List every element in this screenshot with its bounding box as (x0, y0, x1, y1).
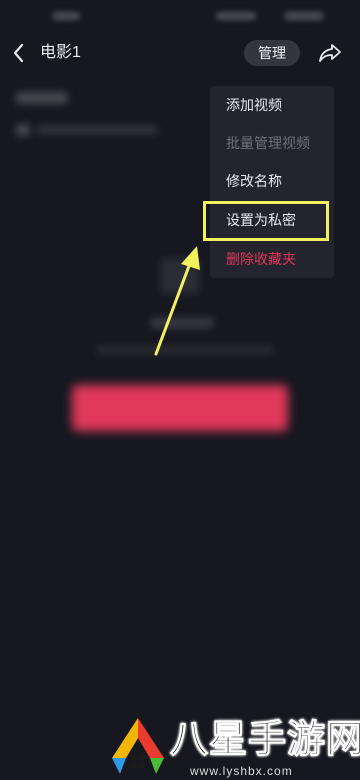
primary-action-blur (72, 385, 288, 431)
status-bar (0, 0, 360, 30)
status-time-blur (52, 12, 80, 20)
menu-item-add-video[interactable]: 添加视频 (210, 86, 334, 124)
manage-button[interactable]: 管理 (244, 40, 300, 66)
watermark-logo-icon (112, 718, 164, 774)
watermark-url: www.lyshbx.com (190, 764, 293, 778)
top-bar: 电影1 管理 (0, 30, 360, 76)
app-screen: 电影1 管理 添加视频 批量管理视频 修改名称 设置为私密 删除收藏夹 八星手游… (0, 0, 360, 780)
status-icons-blur (216, 12, 256, 20)
share-icon[interactable] (318, 42, 342, 64)
watermark: 八星手游网 www.lyshbx.com (108, 712, 360, 780)
empty-illustration-blur (160, 258, 200, 294)
empty-description-blur (96, 346, 274, 354)
page-title: 电影1 (40, 44, 81, 61)
chevron-left-icon[interactable] (10, 42, 28, 64)
collection-info-blur (36, 126, 158, 134)
empty-title-blur (150, 318, 214, 328)
collection-name-blur (16, 92, 68, 104)
watermark-title: 八星手游网 (169, 719, 360, 762)
avatar-blur (16, 124, 30, 136)
menu-item-batch-manage[interactable]: 批量管理视频 (210, 124, 334, 162)
menu-item-delete-collection[interactable]: 删除收藏夹 (210, 240, 334, 278)
manage-menu: 添加视频 批量管理视频 修改名称 设置为私密 删除收藏夹 (210, 86, 334, 278)
highlight-box (203, 201, 329, 241)
battery-blur (284, 12, 324, 20)
menu-item-rename[interactable]: 修改名称 (210, 162, 334, 200)
